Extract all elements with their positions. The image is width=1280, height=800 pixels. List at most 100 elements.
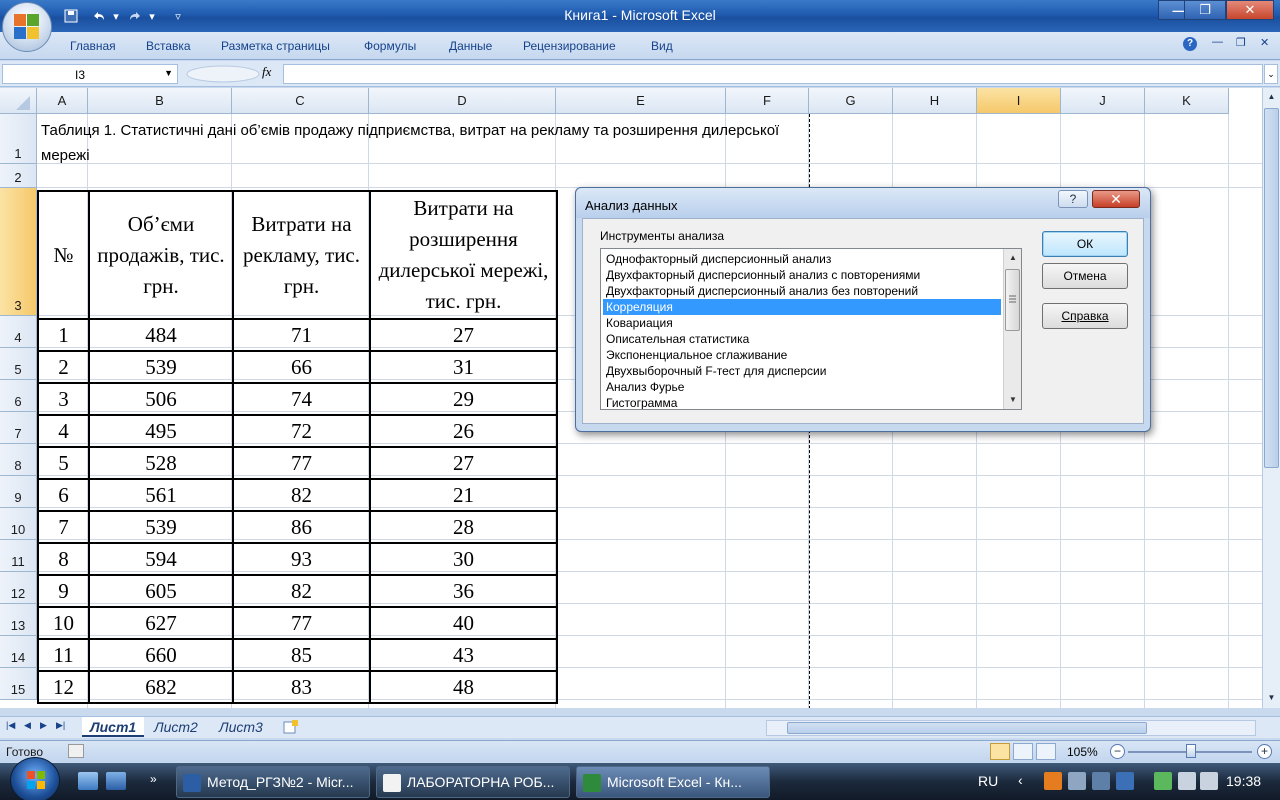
expand-formula-bar-icon[interactable]: ⌄ — [1264, 64, 1278, 84]
row-header-14[interactable]: 14 — [0, 636, 37, 668]
tool-list-item[interactable]: Двухфакторный дисперсионный анализ с пов… — [603, 267, 1001, 283]
network-icon[interactable] — [1178, 772, 1196, 790]
table-cell[interactable]: 1 — [37, 318, 90, 352]
list-scroll-up-icon[interactable]: ▲ — [1006, 251, 1020, 265]
first-sheet-icon[interactable]: |◀ — [6, 720, 15, 731]
horizontal-scrollbar[interactable] — [766, 720, 1256, 736]
table-cell[interactable]: 660 — [88, 638, 234, 672]
table-cell[interactable]: 6 — [37, 478, 90, 512]
table-cell[interactable]: 528 — [88, 446, 234, 480]
row-header-10[interactable]: 10 — [0, 508, 37, 540]
table-cell[interactable]: 8 — [37, 542, 90, 576]
row-header-4[interactable]: 4 — [0, 316, 37, 348]
name-box-dropdown-icon[interactable]: ▼ — [164, 68, 173, 78]
tool-list-item[interactable]: Экспоненциальное сглаживание — [603, 347, 1001, 363]
table-cell[interactable]: 10 — [37, 606, 90, 640]
table-cell[interactable]: 36 — [369, 574, 558, 608]
clock[interactable]: 19:38 — [1226, 773, 1261, 789]
vertical-scrollbar[interactable]: ▲ ▼ — [1262, 88, 1280, 708]
restore-button[interactable]: ❐ — [1184, 0, 1226, 20]
table-cell[interactable]: 74 — [232, 382, 371, 416]
row-header-2[interactable]: 2 — [0, 164, 37, 188]
table-cell[interactable]: 31 — [369, 350, 558, 384]
table-header-advertising[interactable]: Витрати на рекламу, тис. грн. — [232, 190, 371, 320]
table-cell[interactable]: 11 — [37, 638, 90, 672]
column-header-b[interactable]: B — [88, 88, 232, 114]
table-cell[interactable]: 40 — [369, 606, 558, 640]
row-header-8[interactable]: 8 — [0, 444, 37, 476]
volume-icon[interactable] — [1200, 772, 1218, 790]
row-header-13[interactable]: 13 — [0, 604, 37, 636]
dialog-close-button[interactable]: ✕ — [1092, 190, 1140, 208]
dialog-help-icon[interactable]: ? — [1058, 190, 1088, 208]
battery-icon[interactable] — [1154, 772, 1172, 790]
table-cell[interactable]: 3 — [37, 382, 90, 416]
tab-page-layout[interactable]: Разметка страницы — [221, 39, 330, 53]
table-cell[interactable]: 48 — [369, 670, 558, 704]
table-cell[interactable]: 561 — [88, 478, 234, 512]
name-box[interactable]: I3 ▼ — [2, 64, 178, 84]
taskbar-item-excel[interactable]: Microsoft Excel - Кн... — [576, 766, 770, 798]
page-break-view-icon[interactable] — [1036, 743, 1056, 760]
insert-sheet-icon[interactable] — [274, 717, 308, 737]
table-cell[interactable]: 29 — [369, 382, 558, 416]
tool-list-item[interactable]: Гистограмма — [603, 395, 1001, 409]
row-header-12[interactable]: 12 — [0, 572, 37, 604]
help-icon[interactable]: ? — [1183, 37, 1197, 51]
table-cell[interactable]: 77 — [232, 606, 371, 640]
help-button[interactable]: Справка — [1042, 303, 1128, 329]
sheet-tab-2[interactable]: Лист2 — [146, 717, 206, 737]
table-cell[interactable]: 7 — [37, 510, 90, 544]
tools-list-scrollbar[interactable]: ▲ ▼ — [1003, 249, 1021, 409]
tool-list-item[interactable]: Двухфакторный дисперсионный анализ без п… — [603, 283, 1001, 299]
zoom-in-icon[interactable]: + — [1257, 744, 1272, 759]
table-cell[interactable]: 28 — [369, 510, 558, 544]
horizontal-scroll-thumb[interactable] — [787, 722, 1147, 734]
dialog-title-bar[interactable]: Анализ данных ? ✕ — [576, 188, 1150, 218]
more-quicklaunch-icon[interactable]: » — [150, 772, 164, 790]
table-cell[interactable]: 30 — [369, 542, 558, 576]
tab-insert[interactable]: Вставка — [146, 39, 191, 53]
zoom-level[interactable]: 105% — [1067, 745, 1098, 759]
office-button[interactable] — [2, 2, 52, 52]
tray-network-app-icon[interactable] — [1116, 772, 1134, 790]
table-cell[interactable]: 27 — [369, 318, 558, 352]
scroll-up-icon[interactable]: ▲ — [1264, 89, 1279, 105]
table-cell[interactable]: 21 — [369, 478, 558, 512]
column-header-i[interactable]: I — [977, 88, 1061, 114]
zoom-slider-thumb[interactable] — [1186, 744, 1197, 758]
list-scroll-down-icon[interactable]: ▼ — [1006, 393, 1020, 407]
zoom-out-icon[interactable]: − — [1110, 744, 1125, 759]
table-cell[interactable]: 4 — [37, 414, 90, 448]
table-cell[interactable]: 627 — [88, 606, 234, 640]
tool-list-item[interactable]: Описательная статистика — [603, 331, 1001, 347]
workbook-close-icon[interactable]: ✕ — [1260, 36, 1269, 49]
table-cell[interactable]: 43 — [369, 638, 558, 672]
column-header-f[interactable]: F — [726, 88, 809, 114]
tray-keyboard-icon[interactable] — [1068, 772, 1086, 790]
table-cell[interactable]: 71 — [232, 318, 371, 352]
tool-list-item[interactable]: Ковариация — [603, 315, 1001, 331]
column-header-e[interactable]: E — [556, 88, 726, 114]
row-header-11[interactable]: 11 — [0, 540, 37, 572]
table-cell[interactable]: 12 — [37, 670, 90, 704]
tab-home[interactable]: Главная — [70, 39, 116, 53]
language-indicator[interactable]: RU — [978, 773, 998, 789]
tray-expand-icon[interactable]: ‹ — [1018, 772, 1036, 790]
column-header-h[interactable]: H — [893, 88, 977, 114]
table-cell[interactable]: 484 — [88, 318, 234, 352]
show-desktop-icon[interactable] — [78, 772, 98, 790]
table-cell[interactable]: 2 — [37, 350, 90, 384]
table-header-dealer-network[interactable]: Витрати на розширення дилерської мережі,… — [369, 190, 558, 320]
list-scroll-thumb[interactable] — [1005, 269, 1020, 331]
tray-app-icon[interactable] — [1044, 772, 1062, 790]
formula-input[interactable] — [283, 64, 1263, 84]
table-header-sales[interactable]: Об’єми продажів, тис. грн. — [88, 190, 234, 320]
table-cell[interactable]: 682 — [88, 670, 234, 704]
vertical-scroll-thumb[interactable] — [1264, 108, 1279, 468]
normal-view-icon[interactable] — [990, 743, 1010, 760]
tool-list-item[interactable]: Корреляция — [602, 298, 1002, 316]
table-cell[interactable]: 82 — [232, 574, 371, 608]
data-table[interactable]: № Об’єми продажів, тис. грн. Витрати на … — [37, 190, 558, 704]
page-layout-view-icon[interactable] — [1013, 743, 1033, 760]
